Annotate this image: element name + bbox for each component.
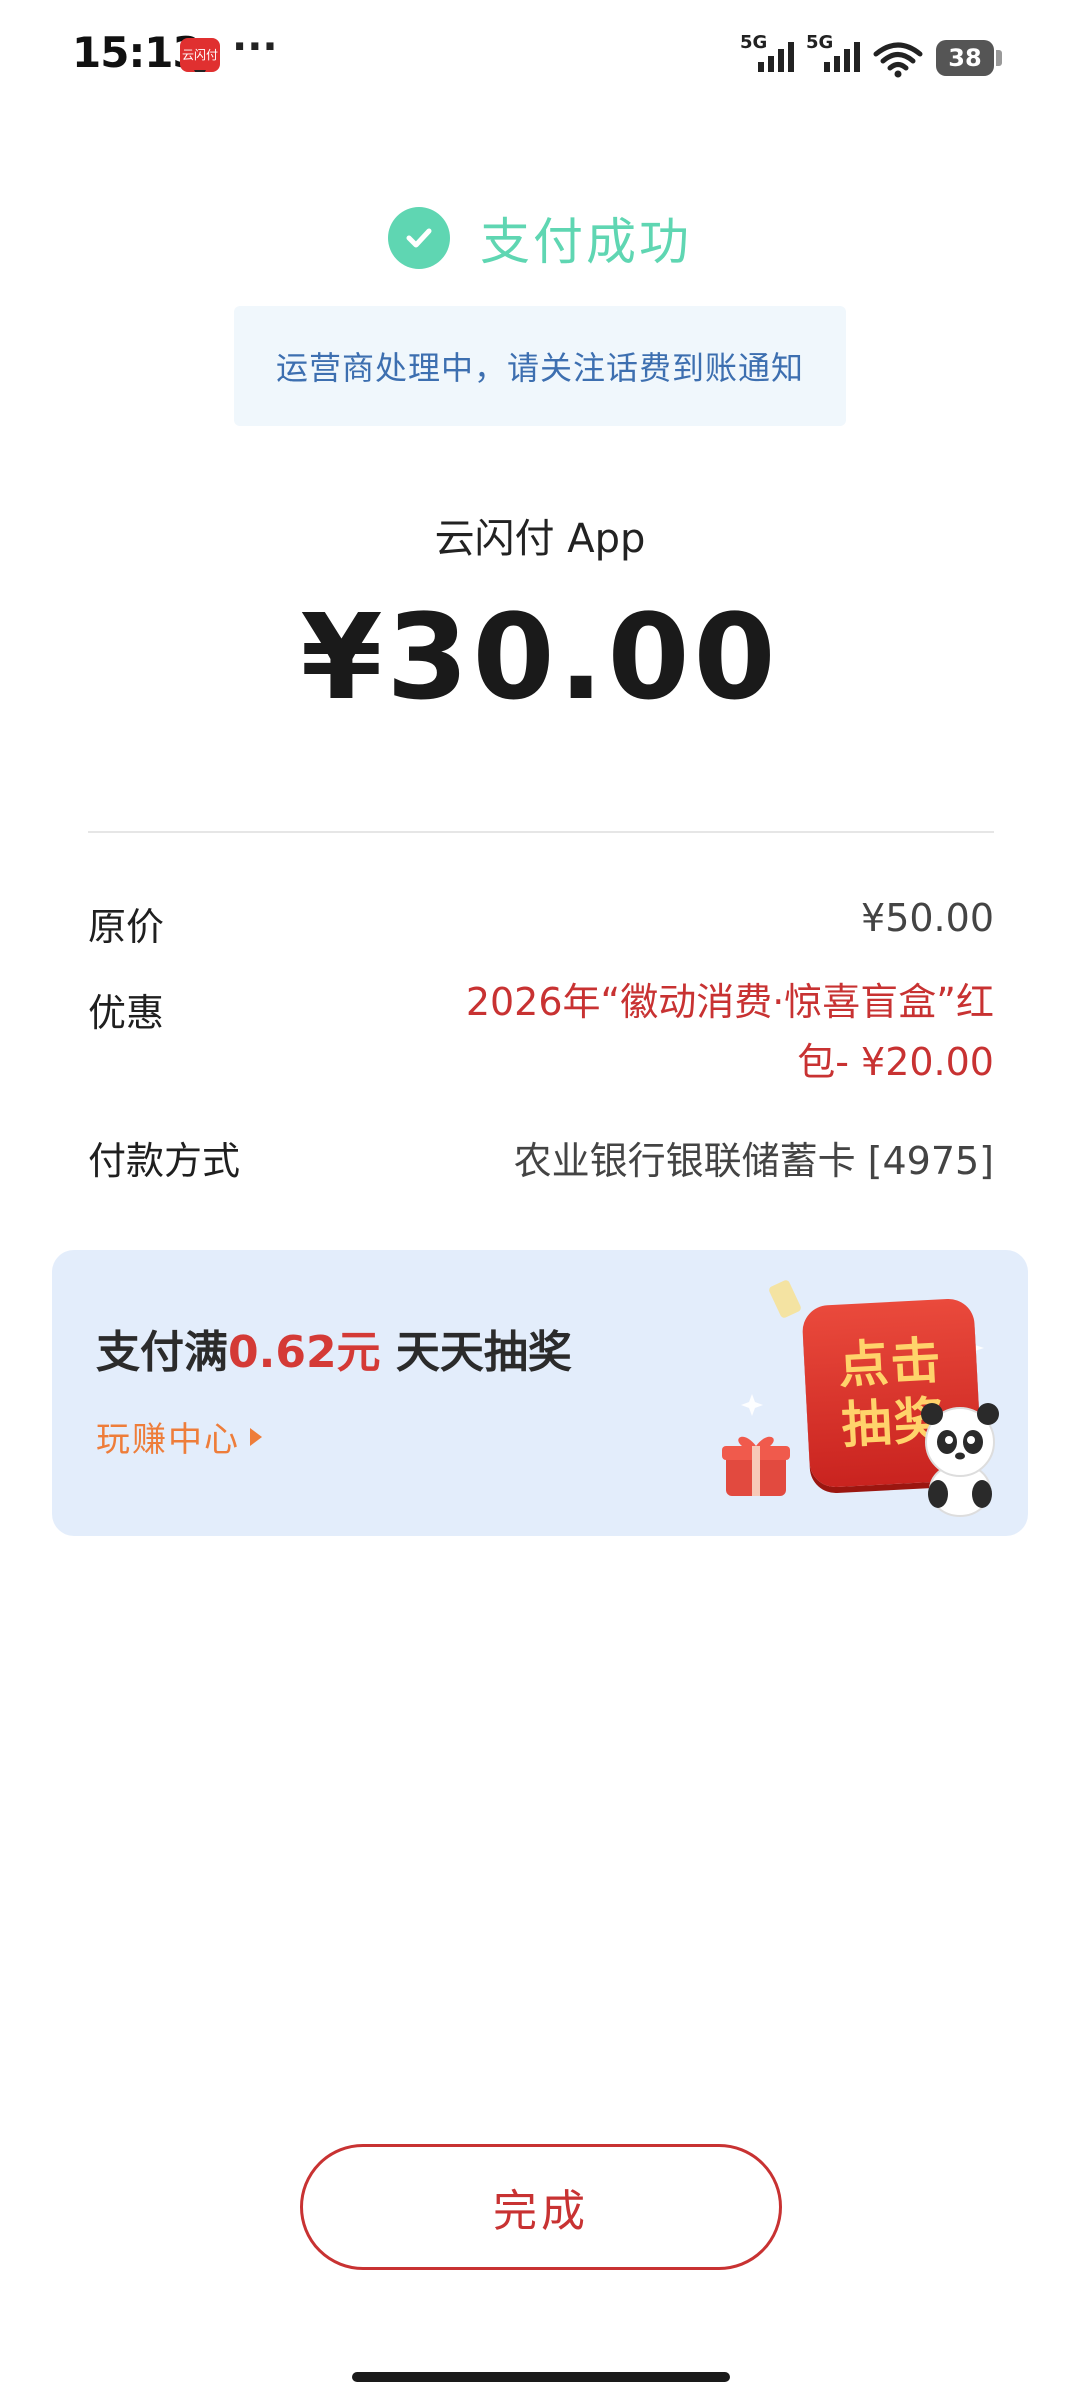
payment-status: 支付成功 [0, 200, 1080, 276]
check-circle-icon [388, 207, 450, 269]
gift-box-icon [722, 1436, 790, 1496]
original-price-value: ¥50.00 [861, 896, 994, 940]
paid-amount: ¥30.00 [300, 588, 780, 726]
cell-signal-icon [758, 42, 794, 72]
discount-label: 优惠 [88, 991, 165, 1035]
lottery-banner-title: 支付满0.62元 天天抽奖 [96, 1316, 572, 1380]
operator-notice: 运营商处理中，请关注话费到账通知 [234, 306, 846, 426]
payment-status-text: 支付成功 [480, 213, 692, 271]
unionpay-app-notification-icon: 云闪付 [180, 38, 220, 72]
triangle-right-icon [250, 1427, 262, 1446]
lottery-threshold-amount: 0.62元 [228, 1327, 381, 1378]
divider [88, 831, 994, 833]
lottery-title-prefix: 支付满 [96, 1327, 228, 1378]
play-earn-center-link[interactable]: 玩赚中心 [96, 1412, 262, 1461]
payment-method-label: 付款方式 [88, 1139, 241, 1183]
status-bar: 15:13 云闪付 ··· 5G 5G 38 [0, 0, 1080, 116]
lottery-title-suffix: 天天抽奖 [380, 1327, 572, 1378]
payment-method-value: 农业银行银联储蓄卡 [4975] [513, 1139, 994, 1183]
more-notifications-icon: ··· [232, 24, 278, 70]
panda-mascot-icon [921, 1403, 999, 1517]
cell-signal-icon [824, 42, 860, 72]
signal-5g-1: 5G [740, 32, 800, 76]
operator-notice-text: 运营商处理中，请关注话费到账通知 [275, 349, 804, 387]
signal-5g-2: 5G [806, 32, 866, 76]
play-earn-center-label: 玩赚中心 [96, 1420, 240, 1460]
original-price-label: 原价 [88, 905, 165, 949]
lottery-illustration[interactable]: 点击 抽奖 [712, 1274, 1012, 1524]
done-button[interactable]: 完成 [300, 2144, 782, 2270]
discount-value: 2026年“徽动消费·惊喜盲盒”红包- ¥20.00 [465, 980, 994, 1084]
home-indicator[interactable] [352, 2372, 730, 2382]
battery-indicator: 38 [936, 40, 1002, 76]
wifi-icon [873, 42, 923, 78]
lottery-banner[interactable]: 支付满0.62元 天天抽奖 玩赚中心 点击 抽奖 [52, 1250, 1028, 1536]
lottery-box-line-1: 点击 [836, 1331, 944, 1395]
merchant-name: 云闪付 App [434, 516, 646, 562]
